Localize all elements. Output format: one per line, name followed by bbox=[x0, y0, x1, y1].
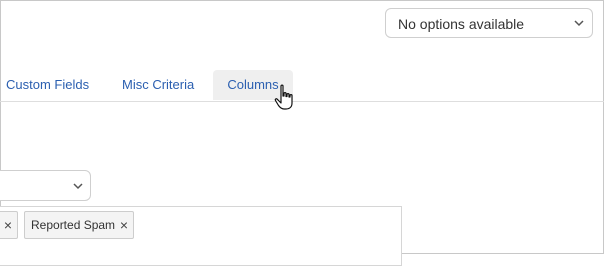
tag-item: × bbox=[0, 211, 18, 239]
remove-tag-icon[interactable]: × bbox=[120, 212, 128, 238]
tag-reported-spam: Reported Spam × bbox=[24, 211, 134, 239]
options-select-value: No options available bbox=[398, 16, 525, 32]
chevron-down-icon bbox=[574, 20, 584, 27]
tab-bar: Custom Fields Misc Criteria Columns bbox=[0, 70, 604, 102]
options-select[interactable]: No options available bbox=[385, 8, 593, 38]
hand-pointer-icon bbox=[274, 84, 293, 110]
column-select[interactable] bbox=[0, 170, 91, 201]
remove-tag-icon[interactable]: × bbox=[4, 212, 12, 238]
tab-misc-criteria[interactable]: Misc Criteria bbox=[122, 70, 194, 100]
chevron-down-icon bbox=[73, 183, 83, 190]
tag-label: Reported Spam bbox=[31, 218, 116, 232]
tab-custom-fields[interactable]: Custom Fields bbox=[6, 70, 89, 100]
